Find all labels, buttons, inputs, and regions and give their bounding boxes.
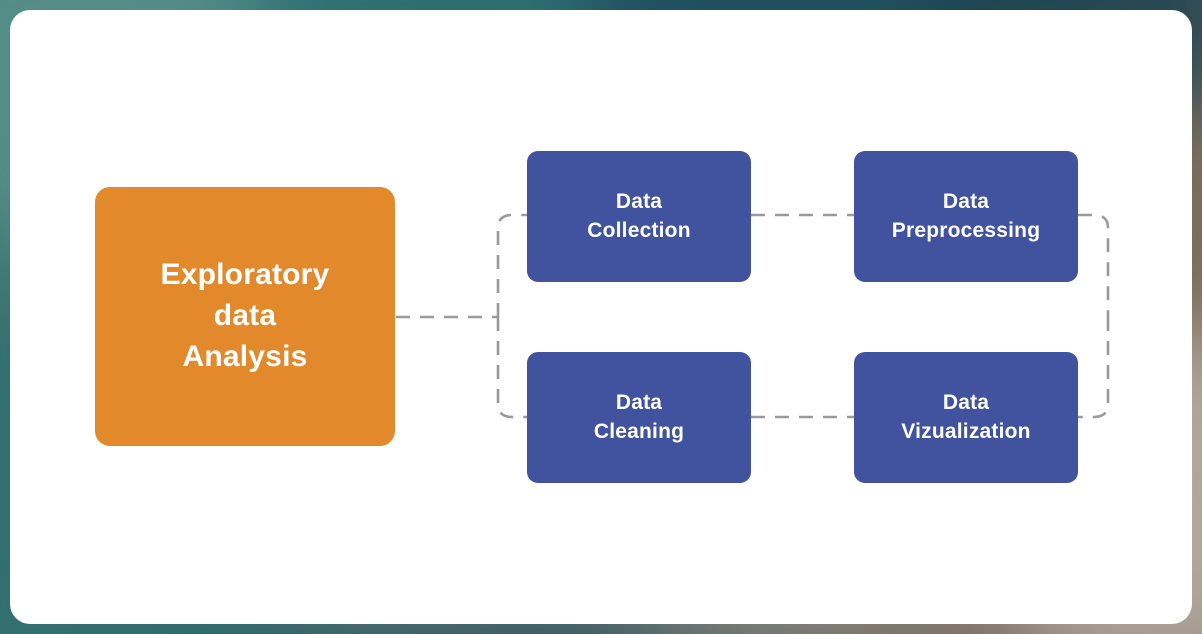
node-exploratory-data-analysis[interactable]: Exploratory data Analysis (95, 187, 395, 446)
node-data-cleaning[interactable]: Data Cleaning (527, 352, 751, 483)
flow-diagram: Exploratory data Analysis Data Collectio… (0, 0, 1202, 634)
screenshot-canvas: Exploratory data Analysis Data Collectio… (0, 0, 1202, 634)
edge-trunk-to-collection (496, 213, 527, 317)
node-label: Data Preprocessing (891, 189, 1041, 242)
node-label: Data Cleaning (593, 390, 685, 443)
node-label: Data Vizualization (901, 390, 1031, 443)
edge-preprocessing-to-right-trunk (1078, 213, 1110, 317)
node-label: Data Collection (587, 189, 691, 242)
node-data-collection[interactable]: Data Collection (527, 151, 751, 282)
node-data-vizualization[interactable]: Data Vizualization (854, 352, 1078, 483)
edge-right-trunk-to-vizualization (1078, 317, 1110, 419)
node-data-preprocessing[interactable]: Data Preprocessing (854, 151, 1078, 282)
node-label: Exploratory data Analysis (160, 258, 330, 373)
edge-trunk-to-cleaning (496, 317, 527, 419)
